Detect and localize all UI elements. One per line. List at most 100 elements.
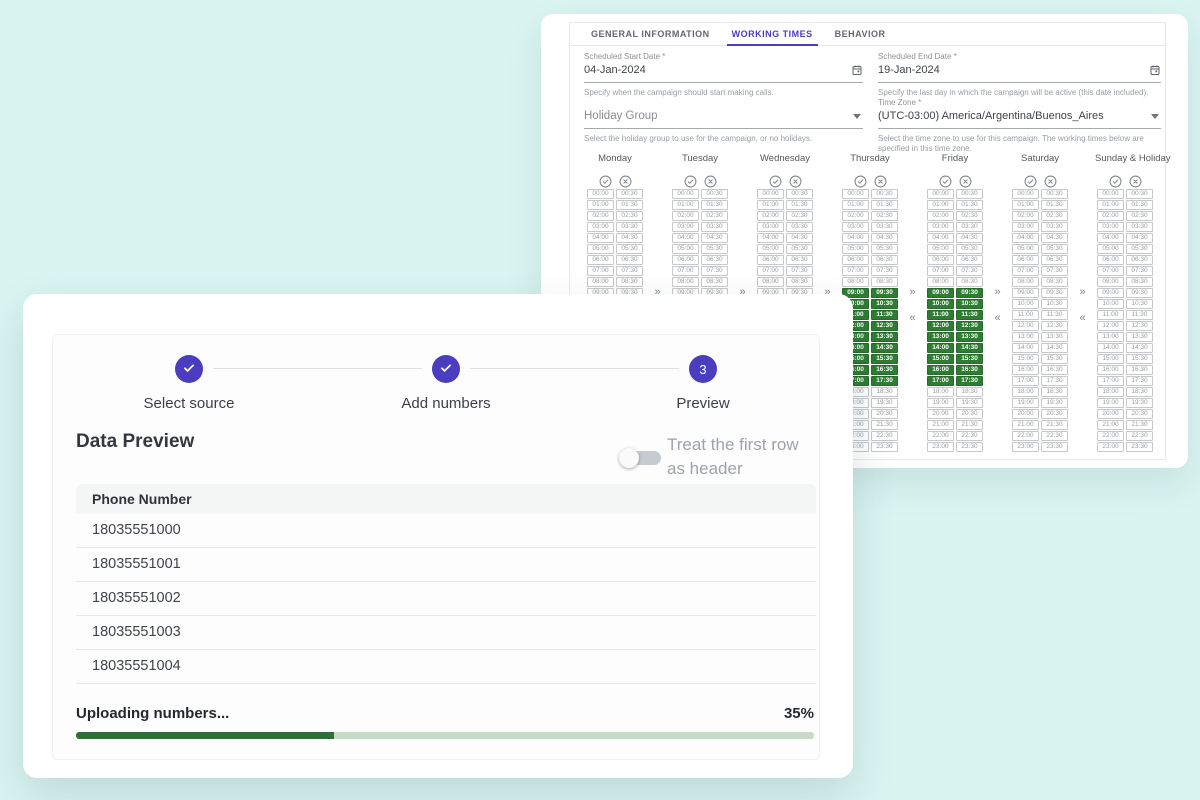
time-slot-cell[interactable]: 10:00	[1097, 299, 1124, 309]
time-slot-cell[interactable]: 14:00	[927, 343, 954, 353]
time-slot-cell[interactable]: 04:30	[786, 233, 813, 243]
shift-left-paddle-icon[interactable]: «	[1075, 312, 1091, 324]
time-slot-cell[interactable]: 18:00	[1012, 387, 1039, 397]
select-all-day-icon[interactable]	[1109, 175, 1122, 188]
time-slot-cell[interactable]: 09:30	[956, 288, 983, 298]
time-slot-cell[interactable]: 16:30	[1126, 365, 1153, 375]
time-slot-cell[interactable]: 16:00	[1097, 365, 1124, 375]
time-slot-cell[interactable]: 15:30	[1126, 354, 1153, 364]
time-slot-cell[interactable]: 11:30	[871, 310, 898, 320]
time-slot-cell[interactable]: 19:30	[1041, 398, 1068, 408]
time-slot-cell[interactable]: 03:00	[1012, 222, 1039, 232]
select-all-day-icon[interactable]	[1024, 175, 1037, 188]
time-slot-cell[interactable]: 05:00	[927, 244, 954, 254]
time-slot-cell[interactable]: 07:30	[1041, 266, 1068, 276]
time-slot-cell[interactable]: 12:00	[1012, 321, 1039, 331]
time-slot-cell[interactable]: 09:00	[927, 288, 954, 298]
time-slot-cell[interactable]: 08:30	[956, 277, 983, 287]
time-slot-cell[interactable]: 07:00	[842, 266, 869, 276]
time-slot-cell[interactable]: 06:00	[757, 255, 784, 265]
time-slot-cell[interactable]: 11:30	[1041, 310, 1068, 320]
step-circle-add-numbers[interactable]	[432, 355, 460, 383]
time-slot-cell[interactable]: 10:30	[1126, 299, 1153, 309]
time-slot-cell[interactable]: 15:30	[956, 354, 983, 364]
time-slot-cell[interactable]: 08:00	[672, 277, 699, 287]
time-slot-cell[interactable]: 02:00	[1097, 211, 1124, 221]
time-slot-cell[interactable]: 02:30	[616, 211, 643, 221]
time-slot-cell[interactable]: 01:00	[1012, 200, 1039, 210]
time-slot-cell[interactable]: 16:30	[871, 365, 898, 375]
time-slot-cell[interactable]: 09:30	[1126, 288, 1153, 298]
time-slot-cell[interactable]: 12:00	[1097, 321, 1124, 331]
time-slot-cell[interactable]: 12:30	[1126, 321, 1153, 331]
time-slot-cell[interactable]: 22:00	[1012, 431, 1039, 441]
time-slot-cell[interactable]: 22:30	[956, 431, 983, 441]
time-slot-cell[interactable]: 21:30	[956, 420, 983, 430]
time-slot-cell[interactable]: 06:30	[616, 255, 643, 265]
time-slot-cell[interactable]: 05:00	[587, 244, 614, 254]
time-slot-cell[interactable]: 17:00	[1012, 376, 1039, 386]
clear-day-icon[interactable]	[704, 175, 717, 188]
time-slot-cell[interactable]: 08:00	[757, 277, 784, 287]
time-slot-cell[interactable]: 04:00	[1097, 233, 1124, 243]
time-slot-cell[interactable]: 05:30	[786, 244, 813, 254]
time-slot-cell[interactable]: 15:00	[1097, 354, 1124, 364]
time-slot-cell[interactable]: 05:00	[672, 244, 699, 254]
time-slot-cell[interactable]: 05:00	[1097, 244, 1124, 254]
clear-day-icon[interactable]	[1044, 175, 1057, 188]
time-slot-cell[interactable]: 23:00	[1012, 442, 1039, 452]
time-slot-cell[interactable]: 14:30	[1041, 343, 1068, 353]
time-slot-cell[interactable]: 05:30	[871, 244, 898, 254]
time-slot-cell[interactable]: 06:00	[587, 255, 614, 265]
time-slot-cell[interactable]: 04:30	[1126, 233, 1153, 243]
time-slot-cell[interactable]: 05:30	[1126, 244, 1153, 254]
time-slot-cell[interactable]: 14:30	[956, 343, 983, 353]
time-slot-cell[interactable]: 10:30	[871, 299, 898, 309]
time-slot-cell[interactable]: 18:30	[1041, 387, 1068, 397]
time-slot-cell[interactable]: 19:00	[927, 398, 954, 408]
time-slot-cell[interactable]: 10:00	[1012, 299, 1039, 309]
time-slot-cell[interactable]: 00:30	[616, 189, 643, 199]
time-slot-cell[interactable]: 12:00	[927, 321, 954, 331]
time-slot-cell[interactable]: 03:00	[757, 222, 784, 232]
time-slot-cell[interactable]: 01:00	[842, 200, 869, 210]
time-slot-cell[interactable]: 08:00	[587, 277, 614, 287]
time-slot-cell[interactable]: 22:00	[1097, 431, 1124, 441]
shift-right-paddle-icon[interactable]: »	[990, 286, 1006, 298]
time-slot-cell[interactable]: 07:30	[871, 266, 898, 276]
time-slot-cell[interactable]: 17:00	[1097, 376, 1124, 386]
time-slot-cell[interactable]: 01:00	[1097, 200, 1124, 210]
time-slot-cell[interactable]: 11:00	[1097, 310, 1124, 320]
time-slot-cell[interactable]: 08:30	[616, 277, 643, 287]
time-slot-cell[interactable]: 06:00	[672, 255, 699, 265]
time-slot-cell[interactable]: 02:30	[701, 211, 728, 221]
time-slot-cell[interactable]: 18:30	[871, 387, 898, 397]
time-slot-cell[interactable]: 00:00	[672, 189, 699, 199]
time-slot-cell[interactable]: 15:00	[927, 354, 954, 364]
time-slot-cell[interactable]: 00:30	[701, 189, 728, 199]
time-slot-cell[interactable]: 12:30	[956, 321, 983, 331]
time-slot-cell[interactable]: 11:30	[956, 310, 983, 320]
time-slot-cell[interactable]: 00:00	[927, 189, 954, 199]
time-slot-cell[interactable]: 01:30	[616, 200, 643, 210]
time-slot-cell[interactable]: 05:30	[956, 244, 983, 254]
time-slot-cell[interactable]: 16:00	[927, 365, 954, 375]
time-slot-cell[interactable]: 06:30	[701, 255, 728, 265]
time-slot-cell[interactable]: 05:00	[842, 244, 869, 254]
time-slot-cell[interactable]: 18:30	[1126, 387, 1153, 397]
time-slot-cell[interactable]: 04:00	[757, 233, 784, 243]
time-slot-cell[interactable]: 08:00	[842, 277, 869, 287]
time-slot-cell[interactable]: 01:00	[757, 200, 784, 210]
time-slot-cell[interactable]: 20:30	[871, 409, 898, 419]
first-row-header-toggle[interactable]	[619, 445, 663, 471]
time-slot-cell[interactable]: 21:30	[1041, 420, 1068, 430]
time-slot-cell[interactable]: 07:00	[672, 266, 699, 276]
time-slot-cell[interactable]: 10:00	[927, 299, 954, 309]
time-slot-cell[interactable]: 06:00	[927, 255, 954, 265]
time-slot-cell[interactable]: 08:30	[871, 277, 898, 287]
time-slot-cell[interactable]: 02:00	[1012, 211, 1039, 221]
time-slot-cell[interactable]: 20:30	[956, 409, 983, 419]
time-slot-cell[interactable]: 00:30	[871, 189, 898, 199]
select-all-day-icon[interactable]	[939, 175, 952, 188]
clear-day-icon[interactable]	[619, 175, 632, 188]
